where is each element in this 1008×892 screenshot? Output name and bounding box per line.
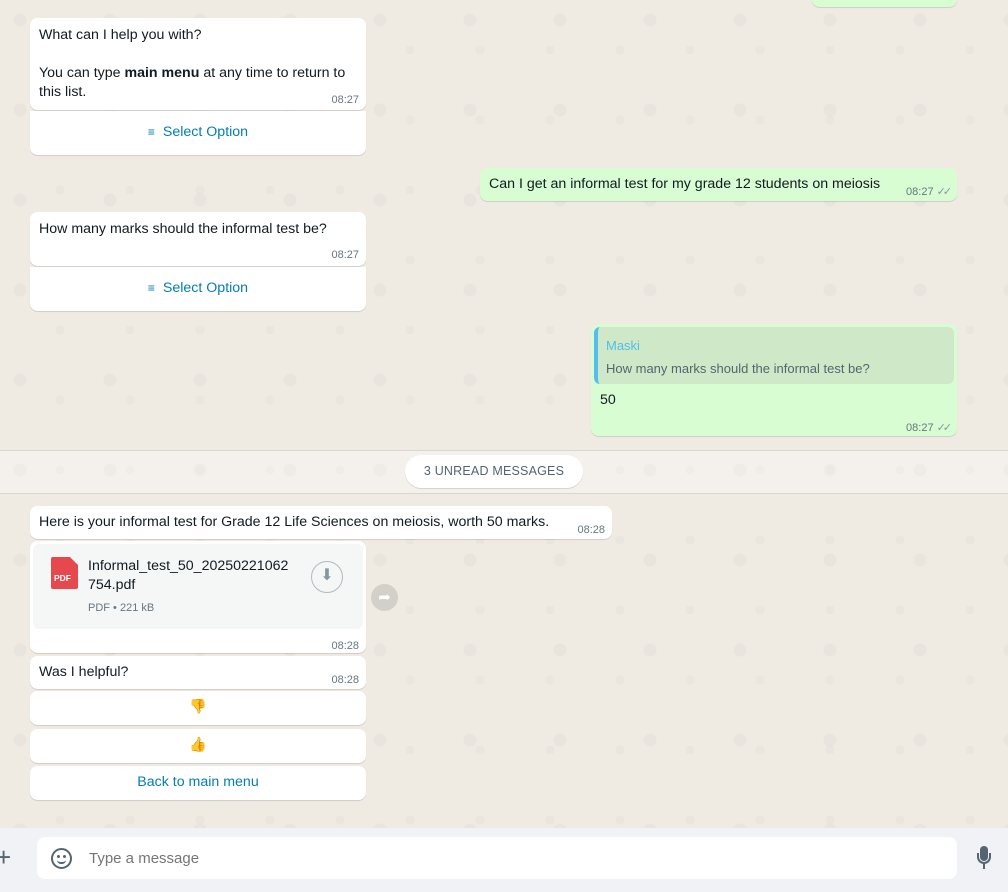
message-time: 08:28 — [331, 674, 359, 686]
back-to-main-menu-button[interactable]: Back to main menu — [30, 766, 366, 800]
double-check-icon: ✓✓ — [936, 422, 953, 434]
incoming-message: How many marks should the informal test … — [30, 212, 366, 266]
chat-area: What can I help you with? You can type m… — [0, 0, 1008, 828]
divider-line — [0, 450, 1008, 451]
file-name: Informal_test_50_20250221062 754.pdf — [88, 558, 289, 593]
outgoing-reply-message: Maski How many marks should the informal… — [591, 324, 957, 436]
mic-icon[interactable] — [976, 846, 992, 872]
incoming-message: What can I help you with? You can type m… — [30, 18, 366, 110]
message-input[interactable] — [89, 847, 929, 869]
message-time: 08:27 — [331, 94, 359, 106]
button-label: Back to main menu — [137, 774, 259, 790]
plus-icon[interactable]: + — [0, 844, 16, 870]
list-icon: ≡ — [147, 125, 155, 139]
outgoing-message: Can I get an informal test for my grade … — [480, 168, 957, 201]
quote-author: Maski — [606, 338, 640, 353]
message-text: 50 — [600, 392, 616, 408]
download-icon[interactable]: ⬇ — [311, 561, 343, 593]
message-input-box[interactable] — [37, 837, 957, 879]
message-text: Was I helpful? — [39, 664, 129, 680]
message-time: 08:28 — [331, 640, 359, 652]
divider-line — [0, 493, 1008, 494]
quoted-message[interactable]: Maski How many marks should the informal… — [594, 327, 954, 384]
message-text: Can I get an informal test for my grade … — [489, 176, 881, 192]
message-time: 08:27 ✓✓ — [906, 186, 953, 198]
message-time: 08:27 — [331, 249, 359, 261]
composer: + — [0, 828, 1008, 892]
select-option-button[interactable]: ≡ Select Option — [30, 111, 366, 155]
button-label: Select Option — [162, 280, 249, 296]
sticker-icon[interactable] — [51, 848, 72, 869]
double-check-icon: ✓✓ — [936, 186, 953, 198]
thumbs-down-icon: 👎 — [189, 699, 207, 715]
thumbs-up-button[interactable]: 👍 — [30, 729, 366, 763]
document-card[interactable]: PDF Informal_test_50_20250221062 754.pdf… — [33, 544, 363, 629]
message-time: 08:27 ✓✓ — [906, 422, 953, 434]
list-icon: ≡ — [147, 281, 155, 295]
forward-icon[interactable]: ➦ — [371, 584, 398, 611]
thumbs-down-button[interactable]: 👎 — [30, 691, 366, 725]
select-option-button[interactable]: ≡ Select Option — [30, 267, 366, 311]
file-meta: PDF • 221 kB — [88, 602, 155, 614]
message-text: What can I help you with? — [39, 27, 202, 43]
previous-outgoing-bubble — [812, 0, 957, 7]
message-text: this list. — [39, 84, 87, 100]
incoming-message: Was I helpful? 08:28 — [30, 656, 366, 689]
incoming-message: Here is your informal test for Grade 12 … — [30, 506, 612, 539]
message-text: You can type main menu at any time to re… — [39, 65, 346, 81]
thumbs-up-icon: 👍 — [189, 737, 207, 753]
quote-text: How many marks should the informal test … — [606, 361, 870, 376]
message-time: 08:28 — [577, 524, 605, 536]
document-message: PDF Informal_test_50_20250221062 754.pdf… — [30, 541, 366, 653]
button-label: Select Option — [162, 124, 249, 140]
message-text: How many marks should the informal test … — [39, 221, 327, 237]
pdf-icon: PDF — [51, 557, 78, 589]
message-text: Here is your informal test for Grade 12 … — [39, 514, 550, 530]
unread-badge: 3 UNREAD MESSAGES — [405, 455, 583, 488]
